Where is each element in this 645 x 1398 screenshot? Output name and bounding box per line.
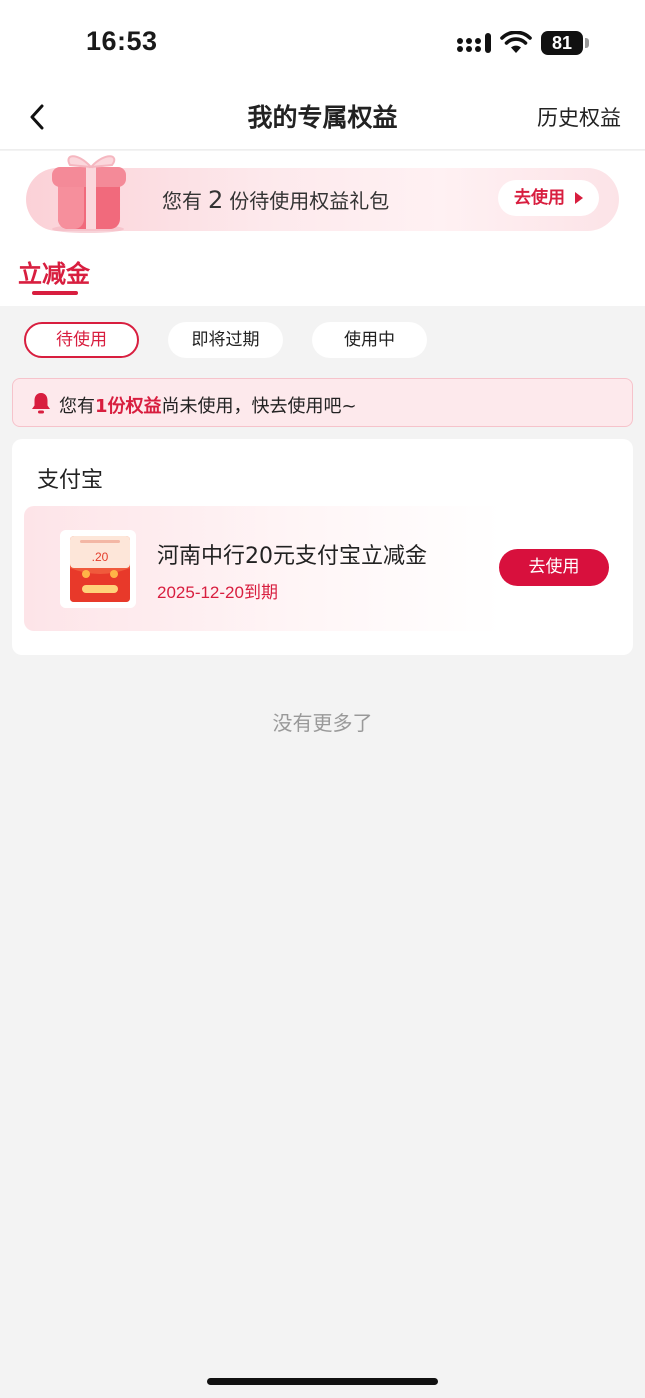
unused-benefit-notice: 您有1份权益尚未使用，快去使用吧~ bbox=[12, 378, 633, 427]
coupon-use-button[interactable]: 去使用 bbox=[499, 549, 609, 586]
coupon-name: 河南中行20元支付宝立减金 bbox=[157, 544, 427, 569]
tab-instant-discount[interactable]: 立减金 bbox=[18, 254, 90, 289]
notice-text: 您有1份权益尚未使用，快去使用吧~ bbox=[59, 392, 357, 418]
wifi-icon bbox=[500, 31, 532, 53]
coupon-thumb-value: .20 bbox=[92, 550, 109, 564]
notice-prefix: 您有 bbox=[59, 396, 95, 417]
bell-icon bbox=[32, 393, 50, 414]
coupon-expiry: 2025-12-20到期 bbox=[157, 583, 278, 602]
status-bar: 16:53 81 bbox=[0, 0, 645, 88]
battery-indicator: 81 bbox=[541, 31, 583, 55]
coupon-thumbnail-icon: .20 bbox=[60, 530, 136, 608]
notice-suffix: 尚未使用，快去使用吧~ bbox=[161, 396, 357, 417]
status-time: 16:53 bbox=[86, 26, 158, 56]
no-more-text: 没有更多了 bbox=[272, 711, 373, 735]
battery-tip bbox=[585, 38, 589, 48]
banner-use-button-label: 去使用 bbox=[514, 188, 565, 208]
cellular-signal-icon bbox=[457, 33, 491, 53]
banner-use-button[interactable]: 去使用 bbox=[498, 180, 599, 216]
filter-chip-expiring[interactable]: 即将过期 bbox=[168, 322, 283, 358]
banner-count: 2 bbox=[208, 186, 224, 214]
banner-prefix: 您有 bbox=[162, 189, 202, 213]
header-area: 您有 2 份待使用权益礼包 去使用 立减金 bbox=[0, 151, 645, 306]
gift-box-icon bbox=[52, 155, 126, 233]
nav-bar: 我的专属权益 历史权益 bbox=[0, 88, 645, 150]
filter-chip-pending[interactable]: 待使用 bbox=[24, 322, 139, 358]
notice-highlight: 1份权益 bbox=[95, 396, 162, 417]
coupon-item[interactable]: .20 河南中行20元支付宝立减金 2025-12-20到期 去使用 bbox=[24, 506, 621, 631]
filter-chip-in-use[interactable]: 使用中 bbox=[312, 322, 427, 358]
tab-active-indicator bbox=[32, 291, 78, 295]
banner-suffix: 份待使用权益礼包 bbox=[229, 189, 390, 213]
banner-text: 您有 2 份待使用权益礼包 bbox=[162, 185, 389, 214]
group-title: 支付宝 bbox=[37, 468, 104, 493]
play-arrow-icon bbox=[575, 192, 583, 204]
history-benefits-link[interactable]: 历史权益 bbox=[537, 102, 621, 132]
benefit-group-card: 支付宝 .20 河南中行20元支付宝立减金 2025-12-20到期 去使用 bbox=[12, 439, 633, 655]
home-indicator[interactable] bbox=[207, 1378, 438, 1385]
